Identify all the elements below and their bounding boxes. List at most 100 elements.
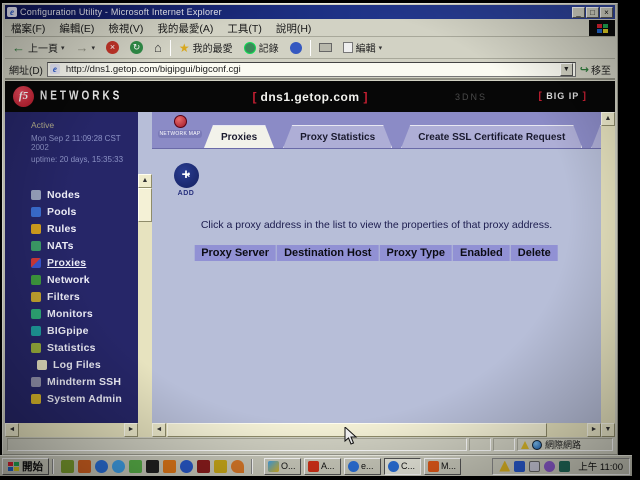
- sidebar-item-proxies[interactable]: Proxies: [5, 254, 138, 271]
- menu-help[interactable]: 說明(H): [276, 21, 312, 36]
- col-enabled[interactable]: Enabled: [453, 245, 510, 261]
- task-button-3[interactable]: e...: [344, 458, 381, 475]
- address-dropdown-button[interactable]: ▼: [560, 63, 573, 76]
- quick-launch-icon[interactable]: [78, 460, 91, 473]
- menu-view[interactable]: 檢視(V): [108, 21, 143, 36]
- quick-launch-icon[interactable]: [163, 460, 176, 473]
- go-button[interactable]: ↪ 移至: [580, 62, 611, 77]
- history-button[interactable]: 記錄: [241, 39, 282, 56]
- maximize-button[interactable]: □: [586, 7, 599, 18]
- menu-favorites[interactable]: 我的最愛(A): [157, 21, 213, 36]
- tab-create-ssl-certificate-request[interactable]: Create SSL Certificate Request: [401, 125, 582, 148]
- internet-zone-icon: [532, 440, 542, 450]
- taskbar-clock[interactable]: 上午 11:00: [578, 459, 623, 473]
- ie-window: e Configuration Utility - Microsoft Inte…: [2, 3, 618, 455]
- sidebar-vertical-scrollbar[interactable]: ▲: [138, 174, 152, 437]
- url-text[interactable]: http://dns1.getop.com/bigipgui/bigconf.c…: [66, 64, 557, 75]
- edit-button[interactable]: 編輯 ▾: [340, 39, 386, 56]
- minimize-button[interactable]: _: [572, 7, 585, 18]
- sidebar-item-system-admin[interactable]: System Admin: [5, 390, 138, 407]
- scroll-right-icon[interactable]: ►: [587, 423, 601, 437]
- main-vertical-scrollbar[interactable]: ▲ ▼: [601, 112, 615, 437]
- sidebar-item-monitors[interactable]: Monitors: [5, 305, 138, 322]
- sidebar-item-pools[interactable]: Pools: [5, 203, 138, 220]
- quick-launch-icon[interactable]: [146, 460, 159, 473]
- edit-dropdown-icon[interactable]: ▾: [379, 44, 383, 52]
- sidebar-horizontal-scrollbar[interactable]: ◄ ►: [5, 423, 138, 437]
- go-label: 移至: [591, 62, 611, 77]
- tab-proxy-statistics[interactable]: Proxy Statistics: [283, 125, 392, 148]
- windows-flag-icon: [8, 462, 19, 471]
- address-input[interactable]: e http://dns1.getop.com/bigipgui/bigconf…: [47, 62, 576, 77]
- scroll-up-icon[interactable]: ▲: [601, 112, 615, 126]
- sidebar-item-filters[interactable]: Filters: [5, 288, 138, 305]
- close-button[interactable]: ×: [600, 7, 613, 18]
- title-bar[interactable]: e Configuration Utility - Microsoft Inte…: [5, 5, 615, 19]
- forward-dropdown-icon[interactable]: ▾: [92, 44, 96, 52]
- sidebar-item-network[interactable]: Network: [5, 271, 138, 288]
- taskbar-separator: [251, 459, 253, 474]
- add-icon[interactable]: ++: [174, 163, 199, 188]
- sidebar-item-log-files[interactable]: Log Files: [5, 356, 138, 373]
- scrollbar-thumb[interactable]: [138, 188, 152, 222]
- scroll-right-icon[interactable]: ►: [124, 423, 138, 437]
- quick-launch-icon[interactable]: [180, 460, 193, 473]
- stop-button[interactable]: ×: [103, 40, 122, 55]
- task-button-configuration-utility[interactable]: C...: [384, 458, 421, 475]
- sidebar-item-mindterm-ssh[interactable]: Mindterm SSH: [5, 373, 138, 390]
- col-proxy-server[interactable]: Proxy Server: [194, 245, 276, 261]
- start-button[interactable]: 開始: [2, 458, 49, 475]
- sidebar-item-nats[interactable]: NATs: [5, 237, 138, 254]
- menu-file[interactable]: 檔案(F): [11, 21, 45, 36]
- add-proxy-button[interactable]: ++ ADD: [172, 163, 200, 197]
- status-bar: 網際網路: [5, 437, 615, 453]
- scroll-down-icon[interactable]: ▼: [601, 423, 615, 437]
- quick-launch-icon[interactable]: [112, 460, 125, 473]
- sidebar-item-nodes[interactable]: Nodes: [5, 186, 138, 203]
- favorites-button[interactable]: ★ 我的最愛: [176, 39, 236, 56]
- quick-launch-icon[interactable]: [61, 460, 74, 473]
- tray-icon[interactable]: [529, 461, 540, 472]
- task-button-1[interactable]: O...: [264, 458, 301, 475]
- task-button-5[interactable]: M...: [424, 458, 461, 475]
- sidebar-item-bigpipe[interactable]: BIGpipe: [5, 322, 138, 339]
- col-destination-host[interactable]: Destination Host: [277, 245, 378, 261]
- instruction-text: Click a proxy address in the list to vie…: [152, 219, 601, 231]
- zone-label: 網際網路: [545, 438, 581, 451]
- back-button[interactable]: ← 上一頁 ▾: [9, 39, 68, 56]
- print-button[interactable]: [316, 42, 335, 53]
- quick-launch-icon[interactable]: [214, 460, 227, 473]
- sidebar-menu: Nodes Pools Rules NATs Proxies Network F…: [5, 186, 138, 407]
- media-button[interactable]: [287, 41, 305, 55]
- quick-launch-icon[interactable]: [95, 460, 108, 473]
- tray-icon[interactable]: [544, 461, 555, 472]
- tab-proxies[interactable]: Proxies: [204, 125, 274, 148]
- forward-button[interactable]: → ▾: [73, 41, 99, 55]
- scroll-left-icon[interactable]: ◄: [5, 423, 19, 437]
- col-delete[interactable]: Delete: [511, 245, 558, 261]
- task-button-2[interactable]: A...: [304, 458, 341, 475]
- main-horizontal-scrollbar[interactable]: ◄ ►: [152, 423, 601, 437]
- tab-install-ssl-certificate[interactable]: Install SSL Certifi: [591, 125, 601, 148]
- quick-launch-icon[interactable]: [129, 460, 142, 473]
- scroll-left-icon[interactable]: ◄: [152, 423, 166, 437]
- quick-launch-icon[interactable]: [197, 460, 210, 473]
- sidebar-item-rules[interactable]: Rules: [5, 220, 138, 237]
- home-button[interactable]: ⌂: [151, 39, 165, 56]
- tray-icon[interactable]: [499, 461, 510, 472]
- tray-icon[interactable]: [514, 461, 525, 472]
- refresh-button[interactable]: ↻: [127, 40, 146, 55]
- col-proxy-type[interactable]: Proxy Type: [379, 245, 452, 261]
- sidebar-item-statistics[interactable]: Statistics: [5, 339, 138, 356]
- system-tray: 上午 11:00: [492, 458, 630, 475]
- tray-icon[interactable]: [559, 461, 570, 472]
- back-dropdown-icon[interactable]: ▾: [61, 44, 65, 52]
- network-map-button[interactable]: NETWORK MAP: [158, 115, 202, 138]
- history-icon: [244, 42, 256, 54]
- menu-tools[interactable]: 工具(T): [227, 21, 261, 36]
- menu-edit[interactable]: 編輯(E): [59, 21, 94, 36]
- statistics-icon: [31, 343, 41, 353]
- scroll-up-icon[interactable]: ▲: [138, 174, 152, 188]
- filters-icon: [31, 292, 41, 302]
- quick-launch-icon[interactable]: [231, 460, 244, 473]
